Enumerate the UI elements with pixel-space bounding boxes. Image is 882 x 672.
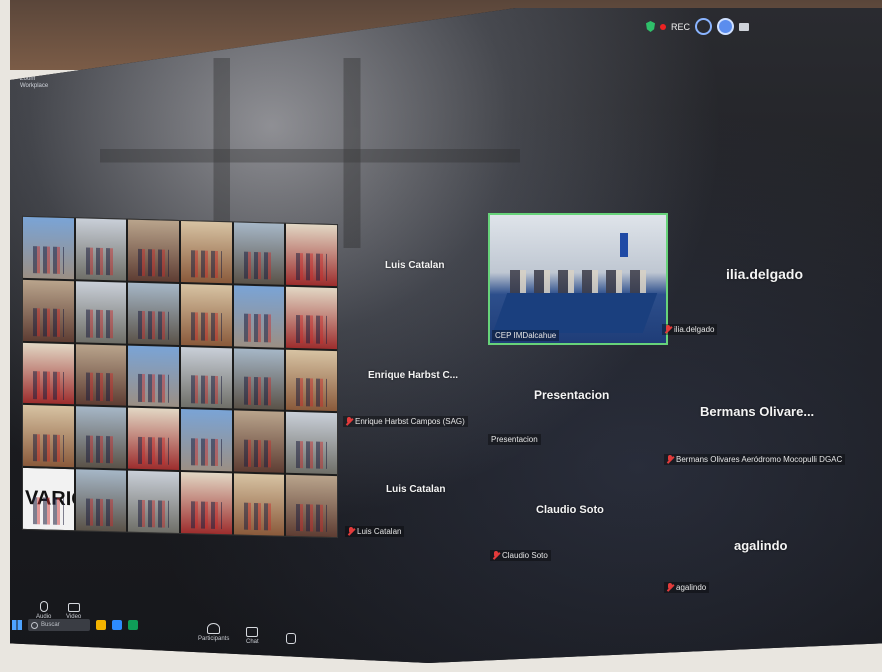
chat-button[interactable]: Chat bbox=[246, 627, 259, 645]
participant-label-claudio: Claudio Soto bbox=[490, 550, 551, 561]
participant-label-agalindo: agalindo bbox=[664, 582, 710, 593]
varios-label: VARIOS bbox=[23, 468, 74, 531]
windows-start-icon[interactable] bbox=[12, 620, 22, 630]
photo-thumbnail bbox=[233, 222, 285, 285]
photo-thumbnail bbox=[286, 349, 337, 412]
mic-muted-icon bbox=[493, 551, 499, 560]
participant-tile-name-enrique[interactable]: Enrique Harbst C... bbox=[368, 370, 458, 381]
zoom-app-icon[interactable] bbox=[112, 620, 122, 630]
zoom-meeting-screen: Zoom Workplace REC VARIOS Luis Catalan C… bbox=[10, 8, 882, 663]
photo-thumbnail bbox=[181, 472, 232, 535]
photo-frame: Zoom Workplace REC VARIOS Luis Catalan C… bbox=[0, 0, 882, 672]
photo-thumbnail bbox=[286, 286, 337, 349]
edge-browser-icon[interactable] bbox=[695, 18, 713, 35]
photo-thumbnail bbox=[23, 342, 74, 405]
photo-thumbnail bbox=[128, 408, 179, 471]
microphone-icon bbox=[39, 601, 48, 612]
mic-muted-icon bbox=[346, 417, 352, 426]
participant-tile-name-ilia[interactable]: ilia.delgado bbox=[726, 266, 803, 282]
mic-muted-icon bbox=[667, 455, 673, 464]
photo-thumbnail bbox=[181, 221, 232, 284]
search-icon bbox=[31, 621, 38, 629]
window-control-icon[interactable] bbox=[739, 22, 750, 31]
recording-indicator[interactable]: REC bbox=[646, 18, 750, 35]
shared-screen-tile[interactable]: VARIOS bbox=[22, 215, 338, 539]
record-dot-icon bbox=[660, 23, 666, 30]
participant-label-luis-catalan: Luis Catalan bbox=[345, 526, 405, 537]
photo-thumbnail bbox=[128, 345, 179, 408]
photo-thumbnail bbox=[128, 282, 179, 345]
participant-tile-name-luis-catalan[interactable]: Luis Catalan bbox=[385, 260, 444, 271]
photo-thumbnail bbox=[181, 283, 232, 346]
windows-taskbar: Buscar bbox=[10, 615, 172, 635]
photo-thumbnail bbox=[233, 285, 285, 348]
mic-muted-icon bbox=[667, 583, 673, 592]
participant-tile-name-claudio[interactable]: Claudio Soto bbox=[536, 504, 604, 516]
monitor: Zoom Workplace REC VARIOS Luis Catalan C… bbox=[10, 8, 882, 663]
photo-thumbnail bbox=[75, 281, 127, 344]
hand-icon bbox=[286, 633, 296, 644]
app-icon[interactable] bbox=[128, 620, 138, 630]
participant-tile-name-bermans[interactable]: Bermans Olivare... bbox=[700, 404, 814, 419]
chat-icon bbox=[246, 627, 259, 637]
taskbar-search[interactable]: Buscar bbox=[28, 619, 90, 631]
meeting-toolbar: Audio Video Participants Chat Buscar bbox=[10, 593, 882, 663]
participant-label-enrique: Enrique Harbst Campos (SAG) bbox=[343, 416, 468, 427]
reactions-button[interactable] bbox=[286, 633, 296, 644]
photo-thumbnail bbox=[286, 474, 337, 538]
photo-thumbnail bbox=[23, 216, 74, 280]
window-title: Zoom Workplace bbox=[20, 76, 49, 89]
camera-icon bbox=[67, 603, 80, 612]
photo-thumbnail bbox=[233, 473, 285, 536]
photo-thumbnail bbox=[75, 469, 127, 532]
photo-thumbnail bbox=[23, 279, 74, 342]
meeting-table bbox=[492, 293, 658, 333]
file-explorer-icon[interactable] bbox=[96, 620, 106, 630]
user-avatar-icon[interactable] bbox=[717, 18, 735, 35]
mic-muted-icon bbox=[665, 325, 671, 334]
participant-label-ilia: ilia.delgado bbox=[662, 324, 718, 335]
photo-thumbnail bbox=[75, 343, 127, 406]
mic-muted-icon bbox=[348, 527, 354, 536]
photo-thumbnail bbox=[75, 406, 127, 469]
photo-thumbnail bbox=[181, 346, 232, 409]
photo-thumbnail bbox=[233, 347, 285, 411]
photo-thumbnail bbox=[23, 405, 74, 468]
shield-icon bbox=[646, 21, 655, 32]
participant-video-tile[interactable]: CEP IMDalcahue bbox=[488, 213, 668, 345]
photo-thumbnail bbox=[233, 410, 285, 473]
participant-label-bermans: Bermans Olivares Aeródromo Mocopulli DGA… bbox=[664, 454, 846, 465]
varios-cell: VARIOS bbox=[23, 468, 74, 531]
flag bbox=[620, 233, 628, 257]
rec-label: REC bbox=[671, 21, 691, 32]
photo-thumbnail bbox=[286, 412, 337, 475]
participant-tile-name-luis-catalan-2[interactable]: Luis Catalan bbox=[386, 484, 445, 495]
participants-icon bbox=[207, 623, 221, 634]
photo-thumbnail bbox=[286, 223, 337, 286]
photo-thumbnail bbox=[181, 409, 232, 472]
participants-button[interactable]: Participants bbox=[198, 623, 229, 642]
photo-thumbnail bbox=[75, 218, 127, 281]
participant-label-presentacion: Presentacion bbox=[488, 434, 541, 445]
participant-tile-name-presentacion[interactable]: Presentacion bbox=[534, 388, 609, 402]
participant-tile-name-agalindo[interactable]: agalindo bbox=[734, 538, 787, 553]
video-tile-label: CEP IMDalcahue bbox=[492, 330, 560, 341]
photo-thumbnail bbox=[128, 219, 179, 282]
photo-thumbnail bbox=[128, 470, 179, 533]
